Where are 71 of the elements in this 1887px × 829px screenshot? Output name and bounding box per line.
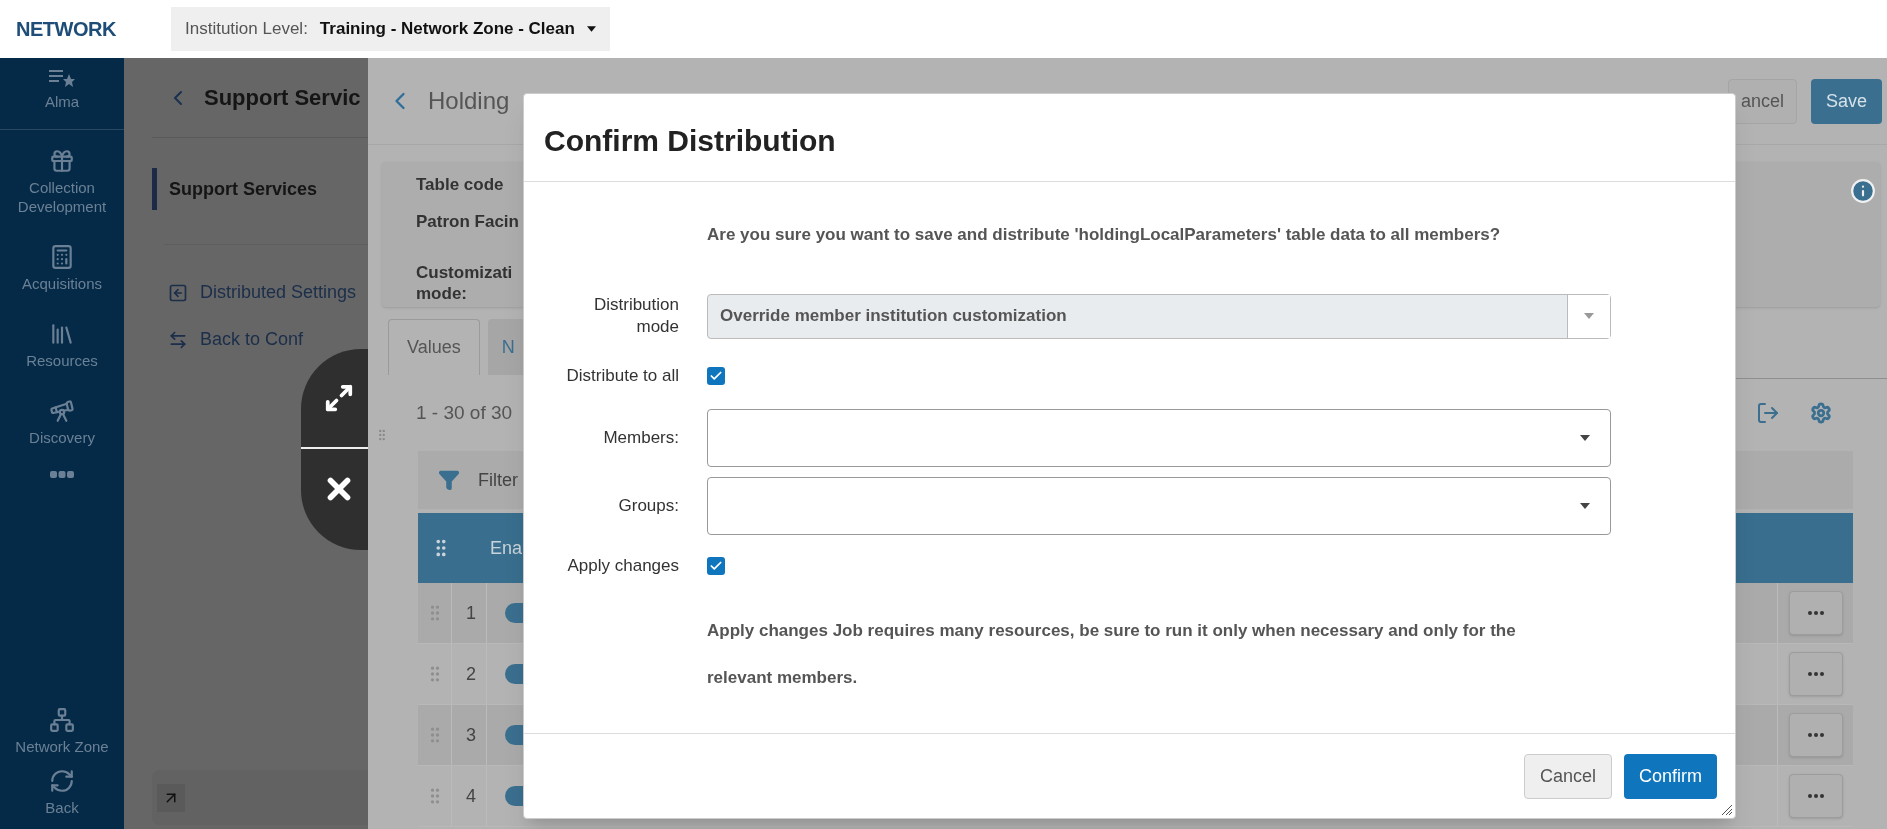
swap-icon — [168, 329, 188, 350]
row-number: 1 — [451, 583, 486, 643]
card-value: Patron Facin — [416, 210, 520, 233]
card-label: Customizati — [416, 262, 514, 283]
cancel-button[interactable]: ancel — [1727, 78, 1797, 124]
export-icon[interactable] — [1756, 401, 1780, 425]
row-number: 2 — [451, 644, 486, 704]
institution-selector[interactable]: Institution Level: Training - Network Zone - Clean — [171, 7, 610, 51]
panel-title: Holding — [428, 86, 510, 116]
cancel-button[interactable]: Cancel — [1523, 753, 1612, 799]
more-icon — [1807, 672, 1824, 676]
field-label: Groups: — [618, 494, 679, 517]
confirm-button[interactable]: Confirm — [1624, 753, 1717, 799]
panel-title: Support Servic — [204, 84, 361, 112]
caret-icon — [1584, 313, 1594, 319]
more-icon — [1807, 733, 1824, 737]
field-label: Members: — [603, 426, 679, 449]
resize-grip-icon[interactable] — [1722, 805, 1732, 815]
sidebar-item[interactable]: Collection Development — [7, 178, 117, 216]
gift-icon[interactable] — [49, 148, 75, 174]
checkbox[interactable] — [707, 366, 725, 385]
tab[interactable]: Values — [388, 319, 480, 375]
warning-text: Apply changes Job requires many resources, be sure to run it only when necessary and only for the relevant members. — [707, 619, 1517, 689]
toggle-switch[interactable] — [505, 786, 523, 806]
sidebar-item[interactable]: Alma — [7, 92, 117, 111]
toggle-switch[interactable] — [505, 603, 523, 623]
field-label: Distribution mode — [592, 293, 679, 338]
network-logo[interactable]: NETWORK — [16, 14, 171, 44]
dialog-title: Confirm Distribution — [544, 123, 836, 159]
panel-link[interactable]: Back to Conf — [200, 326, 304, 353]
expand-button[interactable] — [157, 783, 185, 812]
panel-link[interactable]: Distributed Settings — [200, 279, 357, 306]
row-number: 4 — [451, 766, 486, 826]
more-icon — [1807, 611, 1824, 615]
filter-label[interactable]: Filter — [478, 466, 518, 494]
filter-icon[interactable] — [438, 469, 460, 491]
row-number: 3 — [451, 705, 486, 765]
more-icon[interactable] — [50, 471, 74, 478]
more-icon — [1807, 794, 1824, 798]
dropdown-field[interactable] — [707, 408, 1611, 467]
save-button[interactable]: Save — [1810, 78, 1882, 124]
card-label: Table code — [416, 174, 505, 196]
list-star-icon[interactable] — [49, 68, 75, 88]
result-count: 1 - 30 of 30 — [416, 400, 514, 425]
info-icon[interactable] — [1850, 178, 1876, 204]
card-label: mode: — [416, 283, 468, 304]
field-label: Distribute to all — [566, 364, 679, 387]
confirm-question: Are you sure you want to save and distribute 'holdingLocalParameters' table data to all members? — [707, 224, 1502, 246]
column-header[interactable]: Ena — [490, 534, 523, 562]
sidebar-item[interactable]: Resources — [7, 351, 117, 370]
field-label: Apply changes — [567, 554, 679, 577]
refresh-icon[interactable] — [49, 768, 75, 794]
distribution-mode-select[interactable]: Override member institution customization — [707, 293, 1611, 339]
caret-icon — [1580, 434, 1590, 441]
toggle-switch[interactable] — [505, 664, 523, 684]
sidebar-item[interactable]: Acquisitions — [7, 274, 117, 293]
toggle-switch[interactable] — [505, 725, 523, 745]
caret-icon — [586, 26, 596, 32]
calculator-icon[interactable] — [49, 244, 75, 270]
expand-icon[interactable] — [323, 383, 354, 413]
dropdown-field[interactable] — [707, 476, 1611, 535]
telescope-icon[interactable] — [49, 398, 75, 424]
settings-icon[interactable] — [1810, 402, 1832, 424]
sidebar-item[interactable]: Network Zone — [7, 737, 117, 756]
checkbox[interactable] — [707, 556, 725, 575]
books-icon[interactable] — [49, 321, 75, 347]
caret-icon — [1580, 502, 1590, 509]
sidebar-item[interactable]: Discovery — [7, 428, 117, 447]
network-icon[interactable] — [49, 707, 75, 733]
sidebar-item[interactable]: Back — [7, 798, 117, 817]
panel-icon — [168, 282, 188, 303]
